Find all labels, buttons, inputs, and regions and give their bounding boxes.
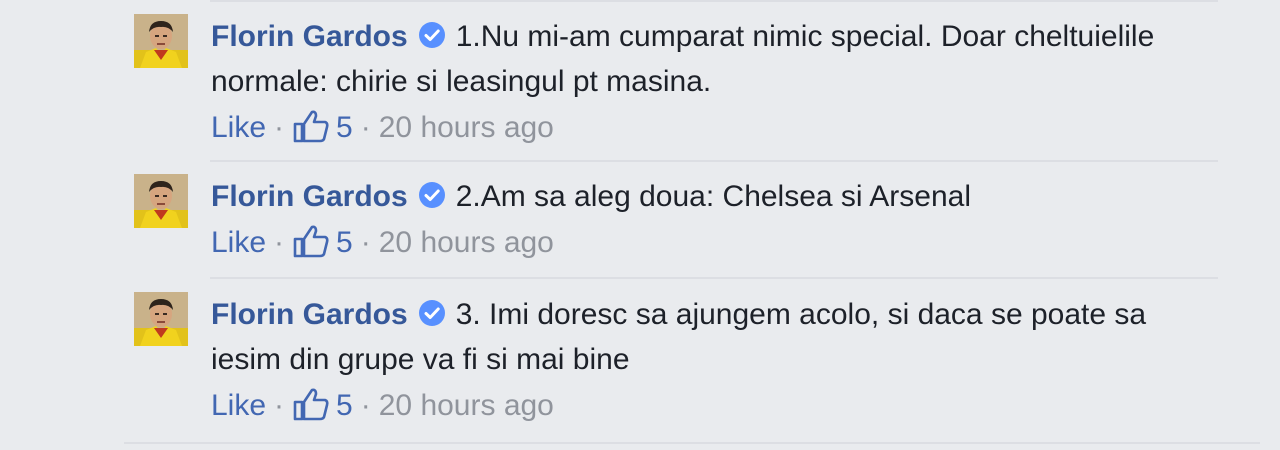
comment-text-line: Florin Gardos 2.Am sa aleg doua: Chelsea … [211, 174, 1211, 219]
avatar[interactable] [134, 14, 188, 68]
timestamp[interactable]: 20 hours ago [379, 226, 554, 259]
bottom-divider [124, 442, 1260, 444]
separator-dot: · [274, 226, 285, 259]
avatar[interactable] [134, 174, 188, 228]
separator-dot: · [360, 111, 371, 144]
comment-divider [210, 277, 1218, 279]
like-button[interactable]: Like [211, 389, 266, 422]
avatar[interactable] [134, 292, 188, 346]
verified-badge-icon [418, 22, 445, 49]
comment-actions: Like · 5 · 20 hours ago [211, 386, 1211, 426]
thumbs-up-icon[interactable] [292, 386, 330, 422]
verified-badge-icon [418, 182, 445, 209]
author-name[interactable]: Florin Gardos [211, 180, 408, 213]
timestamp[interactable]: 20 hours ago [379, 111, 554, 144]
comment-body: Florin Gardos 3. Imi doresc sa ajungem ac… [211, 292, 1211, 426]
verified-badge-icon [418, 300, 445, 327]
thumbs-up-icon[interactable] [292, 223, 330, 259]
comment-text-line: Florin Gardos 1.Nu mi-am cumparat nimic s… [211, 14, 1211, 104]
timestamp[interactable]: 20 hours ago [379, 389, 554, 422]
comment-body: Florin Gardos 2.Am sa aleg doua: Chelsea … [211, 174, 1211, 263]
comment-actions: Like · 5 · 20 hours ago [211, 108, 1211, 148]
thumbs-up-icon[interactable] [292, 108, 330, 144]
like-button[interactable]: Like [211, 111, 266, 144]
top-divider [210, 0, 1218, 2]
comment-actions: Like · 5 · 20 hours ago [211, 223, 1211, 263]
comment-divider [210, 160, 1218, 162]
comment-text: 2.Am sa aleg doua: Chelsea si Arsenal [455, 180, 971, 213]
author-name[interactable]: Florin Gardos [211, 298, 408, 331]
separator-dot: · [360, 226, 371, 259]
comment-body: Florin Gardos 1.Nu mi-am cumparat nimic s… [211, 14, 1211, 148]
like-count[interactable]: 5 [336, 389, 353, 422]
like-count[interactable]: 5 [336, 226, 353, 259]
like-count[interactable]: 5 [336, 111, 353, 144]
like-button[interactable]: Like [211, 226, 266, 259]
separator-dot: · [274, 389, 285, 422]
separator-dot: · [360, 389, 371, 422]
author-name[interactable]: Florin Gardos [211, 20, 408, 53]
separator-dot: · [274, 111, 285, 144]
comment-text-line: Florin Gardos 3. Imi doresc sa ajungem ac… [211, 292, 1211, 382]
